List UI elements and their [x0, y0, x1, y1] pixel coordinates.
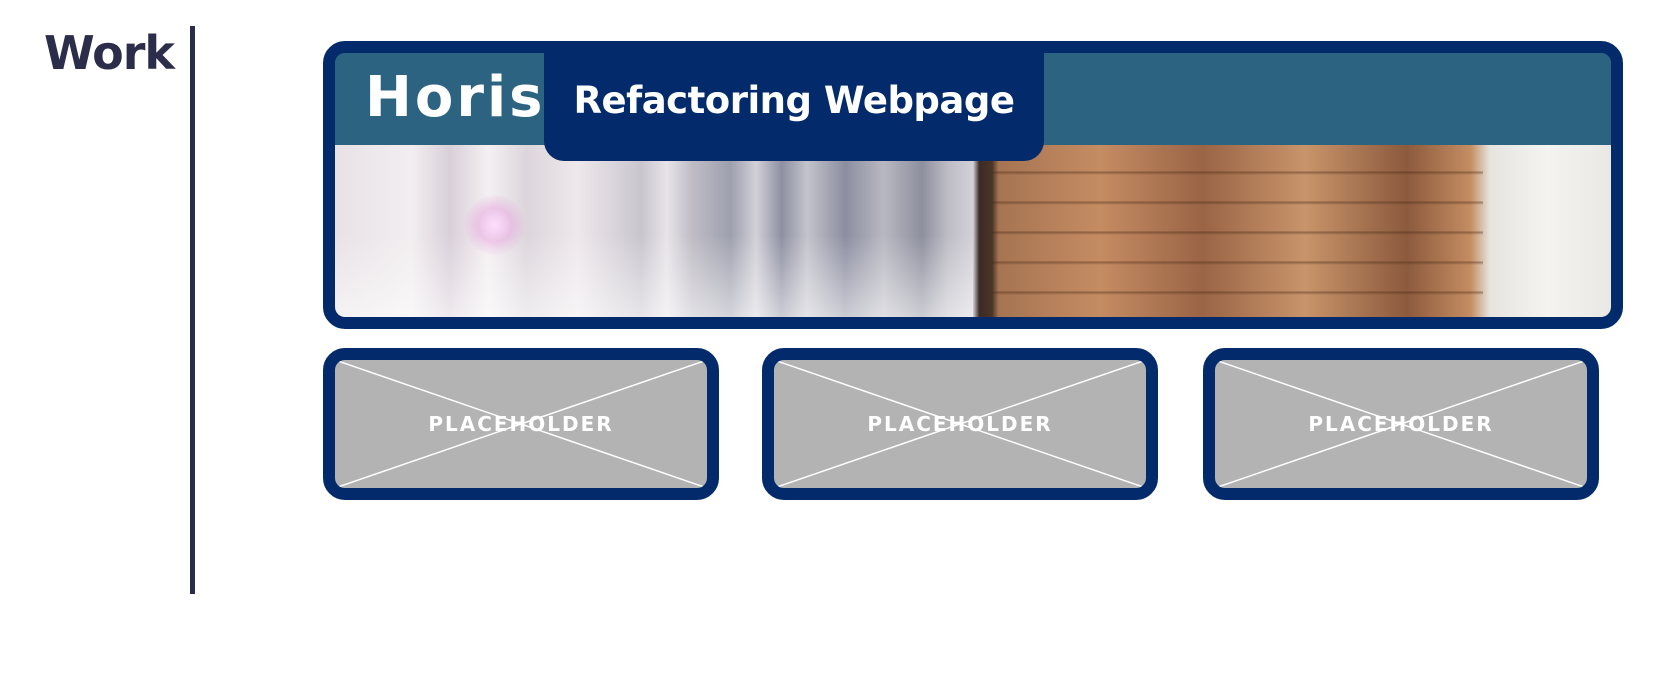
screenshot-photo [335, 145, 1611, 317]
placeholder-label: PLACEHOLDER [867, 412, 1053, 436]
placeholder-label: PLACEHOLDER [428, 412, 614, 436]
project-card-placeholder[interactable]: PLACEHOLDER [762, 348, 1158, 500]
work-section: Work Horis Refactoring Webpage PLACEHOLD… [0, 0, 1668, 685]
placeholder-label: PLACEHOLDER [1308, 412, 1494, 436]
photo-wood-planks [992, 145, 1484, 317]
banner-logo-text: Horis [365, 65, 546, 130]
section-title: Work [44, 26, 175, 80]
project-card-placeholder[interactable]: PLACEHOLDER [323, 348, 719, 500]
featured-project-title: Refactoring Webpage [573, 79, 1015, 122]
vertical-divider [190, 26, 195, 594]
photo-window-sill [335, 235, 973, 317]
featured-project-title-tab[interactable]: Refactoring Webpage [544, 53, 1044, 161]
featured-project-card[interactable]: Horis Refactoring Webpage [323, 41, 1623, 329]
project-card-placeholder[interactable]: PLACEHOLDER [1203, 348, 1599, 500]
